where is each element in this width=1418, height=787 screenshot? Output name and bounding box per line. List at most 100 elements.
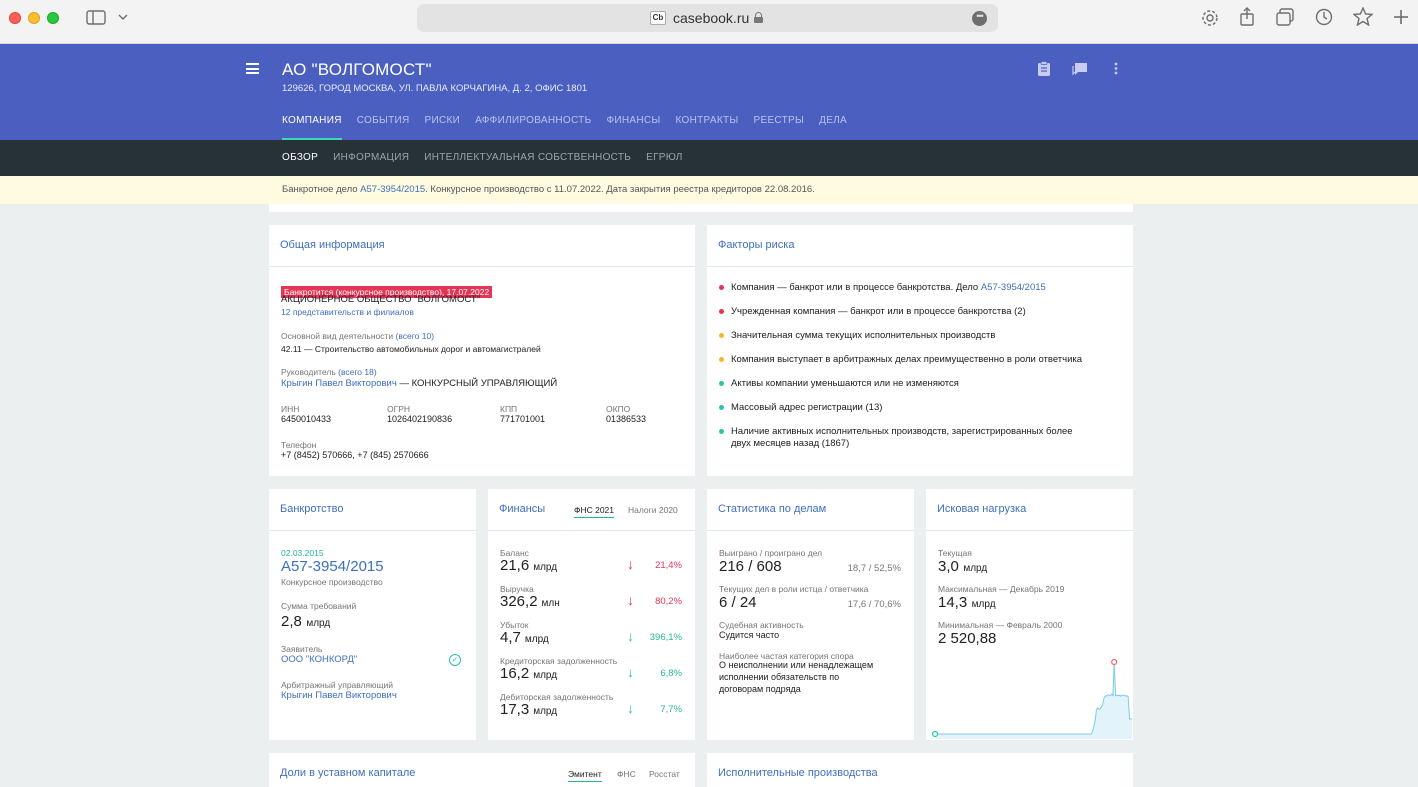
bankruptcy-case-link[interactable]: А57-3954/2015 (281, 558, 384, 575)
activity-label: Основной вид деятельности (281, 331, 394, 341)
main-tab-2[interactable]: РИСКИ (425, 115, 461, 140)
min-claims-value: 2 520,88 (938, 630, 997, 647)
head-name-link[interactable]: Крыгин Павел Викторович (281, 378, 397, 389)
sub-tab-2[interactable]: ИНТЕЛЛЕКТУАЛЬНАЯ СОБСТВЕННОСТЬ (424, 152, 631, 163)
applicant-link[interactable]: ООО "КОНКОРД" (281, 654, 357, 665)
general-info-title[interactable]: Общая информация (280, 239, 385, 251)
risk-indicator-dot-icon (719, 405, 724, 410)
tab-emitent[interactable]: Эмитент (568, 769, 602, 782)
finance-row-unit: млрд (533, 706, 558, 717)
sub-tab-3[interactable]: ЕГРЮЛ (646, 152, 682, 163)
divider (269, 266, 695, 267)
shares-title[interactable]: Доли в уставном капитале (280, 767, 415, 779)
clipboard-icon[interactable] (1037, 61, 1051, 77)
head-total-link[interactable]: (всего 18) (338, 367, 377, 377)
banner-case-link[interactable]: А57-3954/2015 (360, 184, 425, 195)
head-role: — КОНКУРСНЫЙ УПРАВЛЯЮЩИЙ (396, 378, 558, 389)
bankruptcy-card: Банкротство 02.03.2015 А57-3954/2015 Кон… (269, 489, 476, 740)
divider (707, 530, 914, 531)
activity-value: 42.11 — Строительство автомобильных доро… (281, 344, 541, 354)
enforcement-card: Исполнительные производства (707, 753, 1133, 787)
max-claims-value: 14,3 (938, 594, 968, 611)
zoom-window-button[interactable] (47, 12, 59, 24)
min-claims-label: Минимальная — Февраль 2000 (938, 620, 1063, 630)
trend-down-arrow-icon: ↓ (627, 628, 634, 644)
risk-case-link[interactable]: А57-3954/2015 (981, 282, 1046, 293)
manager-link[interactable]: Крыгин Павел Викторович (281, 690, 397, 701)
enforcement-title[interactable]: Исполнительные производства (718, 767, 878, 779)
share-icon[interactable] (1239, 7, 1255, 26)
page-menu-icon[interactable]: ••• (972, 11, 987, 26)
tab-fns[interactable]: ФНС (617, 769, 636, 779)
lock-icon (754, 12, 763, 23)
more-vertical-icon[interactable] (1113, 61, 1119, 77)
close-window-button[interactable] (9, 12, 21, 24)
company-name: АО "ВОЛГОМОСТ" (282, 60, 432, 79)
branches-link[interactable]: 12 представительств и филиалов (281, 307, 414, 317)
new-tab-plus-icon[interactable] (1393, 9, 1409, 25)
chevron-down-icon[interactable] (118, 13, 128, 21)
category-line-3: договорам подряда (719, 684, 801, 694)
bankruptcy-title[interactable]: Банкротство (280, 503, 344, 515)
sub-tab-1[interactable]: ИНФОРМАЦИЯ (333, 152, 409, 163)
main-tab-0[interactable]: КОМПАНИЯ (282, 115, 342, 140)
address-bar[interactable]: Cb casebook.ru ••• (417, 4, 998, 32)
settings-gear-icon[interactable] (1201, 9, 1219, 27)
main-tab-4[interactable]: ФИНАНСЫ (606, 115, 660, 140)
banner-text: Банкротное дело А57-3954/2015. Конкурсно… (282, 184, 815, 195)
risk-text-main: Компания — банкрот или в процессе банкро… (731, 282, 981, 293)
ogrn-value: 1026402190836 (387, 414, 453, 424)
activity-total-link[interactable]: (всего 10) (396, 331, 435, 341)
risk-text-main: Наличие активных исполнительных производ… (731, 426, 1073, 437)
claims-sum-unit: млрд (306, 618, 331, 629)
finance-row-value: 326,2 (500, 593, 538, 610)
risk-text: Значительная сумма текущих исполнительны… (731, 330, 995, 342)
main-tab-3[interactable]: АФФИЛИРОВАННОСТЬ (475, 115, 591, 140)
risk-text: Компания — банкрот или в процессе банкро… (731, 282, 1046, 294)
risk-indicator-dot-icon (719, 285, 724, 290)
main-tab-5[interactable]: КОНТРАКТЫ (676, 115, 739, 140)
main-tab-1[interactable]: СОБЫТИЯ (357, 115, 410, 140)
won-lost-percent: 18,7 / 52,5% (847, 563, 901, 574)
risk-factors-title[interactable]: Факторы риска (718, 239, 794, 251)
comments-icon[interactable] (1072, 62, 1089, 77)
tab-fns-2021[interactable]: ФНС 2021 (574, 505, 615, 518)
divider (707, 266, 1133, 267)
menu-hamburger-icon[interactable] (246, 63, 259, 74)
ogrn-label: ОГРН (387, 404, 411, 414)
bookmark-star-icon[interactable] (1353, 7, 1373, 26)
current-cases-percent: 17,6 / 70,6% (847, 599, 901, 610)
sub-tab-0[interactable]: ОБЗОР (282, 152, 318, 163)
minimize-window-button[interactable] (28, 12, 40, 24)
main-tab-7[interactable]: ДЕЛА (819, 115, 847, 140)
risk-indicator-dot-icon (719, 381, 724, 386)
finance-title[interactable]: Финансы (499, 503, 545, 515)
current-claims-value: 3,0 (938, 558, 959, 575)
risk-factors-card: Факторы риска Компания — банкрот или в п… (707, 225, 1133, 476)
sidebar-toggle-icon[interactable] (86, 10, 106, 25)
finance-row-change-percent: 396,1% (649, 632, 682, 643)
finance-row-value: 4,7 (500, 629, 521, 646)
kpp-value: 771701001 (500, 414, 546, 424)
claims-area-fill (935, 662, 1132, 739)
applicant-label: Заявитель (281, 644, 323, 654)
head-label: Руководитель (281, 367, 336, 377)
claims-load-title[interactable]: Исковая нагрузка (937, 503, 1026, 515)
won-lost-value: 216 / 608 (719, 558, 782, 575)
risk-text-main: Учрежденная компания — банкрот или в про… (731, 306, 1026, 317)
divider (488, 530, 695, 531)
tabs-overview-icon[interactable] (1276, 8, 1295, 26)
phone-value: +7 (8452) 570666, +7 (845) 2570666 (281, 450, 429, 460)
trend-down-arrow-icon: ↓ (627, 592, 634, 608)
finance-card: Финансы ФНС 2021 Налоги 2020 Баланс 21,6 м… (488, 489, 695, 740)
tab-taxes-2020[interactable]: Налоги 2020 (628, 505, 678, 515)
site-favicon: Cb (650, 11, 666, 25)
won-lost-label: Выиграно / проиграно дел (719, 548, 823, 558)
claims-sum-label: Сумма требований (281, 601, 357, 611)
case-stats-title[interactable]: Статистика по делам (718, 503, 826, 515)
risk-indicator-dot-icon (719, 309, 724, 314)
history-clock-icon[interactable] (1315, 8, 1333, 26)
tab-rosstat[interactable]: Росстат (649, 769, 680, 779)
court-activity-label: Судебная активность (719, 620, 804, 630)
main-tab-6[interactable]: РЕЕСТРЫ (754, 115, 805, 140)
